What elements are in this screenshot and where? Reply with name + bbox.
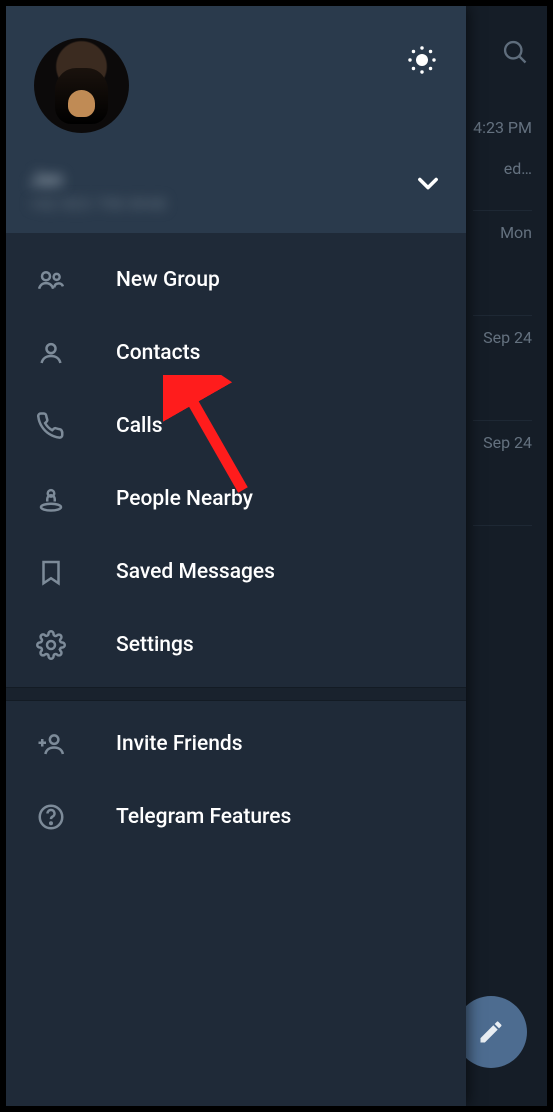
navigation-drawer: Jan +62 823 798 8948 New Group [6, 6, 466, 1106]
menu-label: Saved Messages [116, 560, 275, 584]
chat-row[interactable]: Sep 24 [473, 316, 532, 421]
profile-name: Jan [30, 167, 396, 191]
help-icon [36, 802, 72, 832]
menu-contacts[interactable]: Contacts [6, 316, 466, 389]
menu-settings[interactable]: Settings [6, 608, 466, 681]
menu-divider [6, 687, 466, 701]
chat-time: 4:23 PM [473, 118, 532, 137]
sun-icon [406, 44, 438, 76]
gear-icon [36, 630, 72, 660]
search-icon[interactable] [501, 38, 529, 70]
menu-label: Calls [116, 414, 163, 438]
pencil-icon [477, 1018, 505, 1046]
menu-label: Telegram Features [116, 805, 291, 829]
menu-new-group[interactable]: New Group [6, 243, 466, 316]
chat-time: Mon [473, 223, 532, 242]
theme-toggle[interactable] [406, 44, 438, 80]
nearby-icon [36, 484, 72, 514]
menu-telegram-features[interactable]: Telegram Features [6, 780, 466, 853]
chat-time: Sep 24 [473, 328, 532, 347]
contact-icon [36, 338, 72, 368]
screenshot: 4:23 PM ed… Mon Sep 24 Sep 24 [0, 0, 553, 1112]
chevron-down-icon [414, 169, 442, 197]
menu-calls[interactable]: Calls [6, 389, 466, 462]
chat-row[interactable]: Sep 24 [473, 421, 532, 526]
account-switcher[interactable] [414, 169, 442, 201]
phone-icon [36, 411, 72, 441]
menu-label: Settings [116, 633, 194, 657]
account-info[interactable]: Jan +62 823 798 8948 [30, 167, 396, 213]
profile-phone: +62 823 798 8948 [30, 195, 230, 213]
menu-saved-messages[interactable]: Saved Messages [6, 535, 466, 608]
invite-icon [36, 729, 72, 759]
menu-label: Contacts [116, 341, 200, 365]
menu-label: New Group [116, 268, 220, 292]
menu-label: People Nearby [116, 487, 253, 511]
bookmark-icon [36, 557, 72, 587]
chat-row[interactable]: 4:23 PM ed… [473, 106, 532, 211]
chat-list: 4:23 PM ed… Mon Sep 24 Sep 24 [473, 106, 532, 526]
chat-row[interactable]: Mon [473, 211, 532, 316]
menu-label: Invite Friends [116, 732, 243, 756]
avatar[interactable] [34, 38, 129, 133]
drawer-header: Jan +62 823 798 8948 [6, 6, 466, 233]
menu-invite-friends[interactable]: Invite Friends [6, 707, 466, 780]
group-icon [36, 265, 72, 295]
chat-preview: ed… [473, 159, 532, 178]
menu-people-nearby[interactable]: People Nearby [6, 462, 466, 535]
chat-time: Sep 24 [473, 433, 532, 452]
drawer-menu: New Group Contacts Calls [6, 233, 466, 853]
